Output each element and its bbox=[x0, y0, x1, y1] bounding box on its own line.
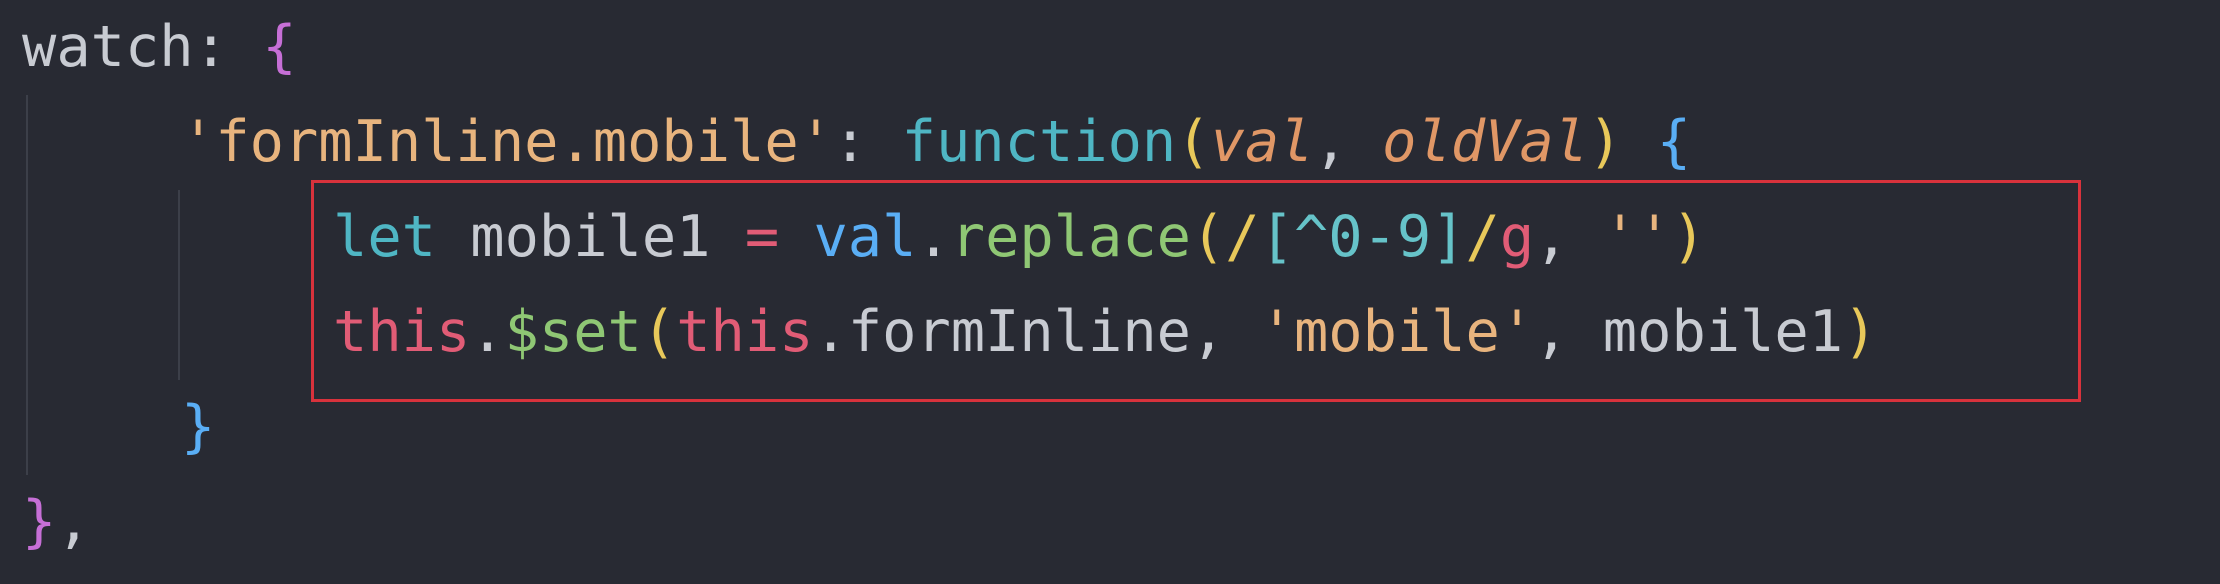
token-let-keyword: let bbox=[333, 204, 436, 270]
token-regex-slash: / bbox=[1225, 204, 1260, 270]
code-line-2: 'formInline.mobile': function(val, oldVa… bbox=[181, 95, 1691, 190]
token-this: this bbox=[333, 299, 471, 365]
token-variable: mobile1 bbox=[435, 204, 745, 270]
token-regex-body: [^0-9] bbox=[1259, 204, 1466, 270]
token-dot: . bbox=[470, 299, 505, 365]
token-comma: , bbox=[1534, 204, 1603, 270]
code-line-5: } bbox=[181, 380, 215, 475]
token-method-replace: replace bbox=[950, 204, 1191, 270]
indent-guide-outer bbox=[26, 95, 28, 475]
token-rest: , mobile1 bbox=[1534, 299, 1844, 365]
token-function-keyword: function bbox=[901, 109, 1177, 175]
token-open-brace: { bbox=[1656, 109, 1692, 175]
token-open-brace: { bbox=[262, 14, 297, 80]
token-regex-slash: / bbox=[1465, 204, 1500, 270]
token-close-brace: } bbox=[181, 394, 216, 460]
token-close-paren: ) bbox=[1588, 109, 1623, 175]
token-param-oldval: oldVal bbox=[1382, 109, 1589, 175]
code-editor[interactable]: watch: { 'formInline.mobile': function(v… bbox=[0, 0, 2220, 584]
token-open-paren: ( bbox=[1176, 109, 1211, 175]
code-line-6: }, bbox=[22, 475, 91, 570]
token-property: .formInline, bbox=[813, 299, 1260, 365]
code-line-3: let mobile1 = val.replace(/[^0-9]/g, '') bbox=[333, 190, 1706, 285]
token-dot: . bbox=[916, 204, 951, 270]
token-close-brace: } bbox=[22, 489, 57, 555]
token-comma: , bbox=[56, 489, 91, 555]
token-this: this bbox=[676, 299, 814, 365]
token-equals: = bbox=[744, 204, 780, 270]
code-line-4: this.$set(this.formInline, 'mobile', mob… bbox=[333, 285, 1877, 380]
token-close-paren: ) bbox=[1671, 204, 1706, 270]
token-param-val: val bbox=[1210, 109, 1314, 175]
token-regex-flag: g bbox=[1499, 204, 1535, 270]
token-colon: : bbox=[193, 14, 263, 80]
token-open-paren: ( bbox=[641, 299, 677, 365]
token-key-string: 'formInline.mobile' bbox=[181, 109, 834, 175]
token-colon: : bbox=[833, 109, 902, 175]
token-method-set: $set bbox=[504, 299, 642, 365]
code-line-1: watch: { bbox=[22, 0, 297, 95]
token-val: val bbox=[813, 204, 917, 270]
token-comma: , bbox=[1313, 109, 1383, 175]
token-empty-string: '' bbox=[1602, 204, 1672, 270]
token-close-paren: ) bbox=[1843, 299, 1878, 365]
token-key: watch bbox=[22, 14, 194, 80]
token-open-paren: ( bbox=[1190, 204, 1226, 270]
token-string-mobile: 'mobile' bbox=[1259, 299, 1535, 365]
indent-guide-inner bbox=[178, 190, 180, 380]
